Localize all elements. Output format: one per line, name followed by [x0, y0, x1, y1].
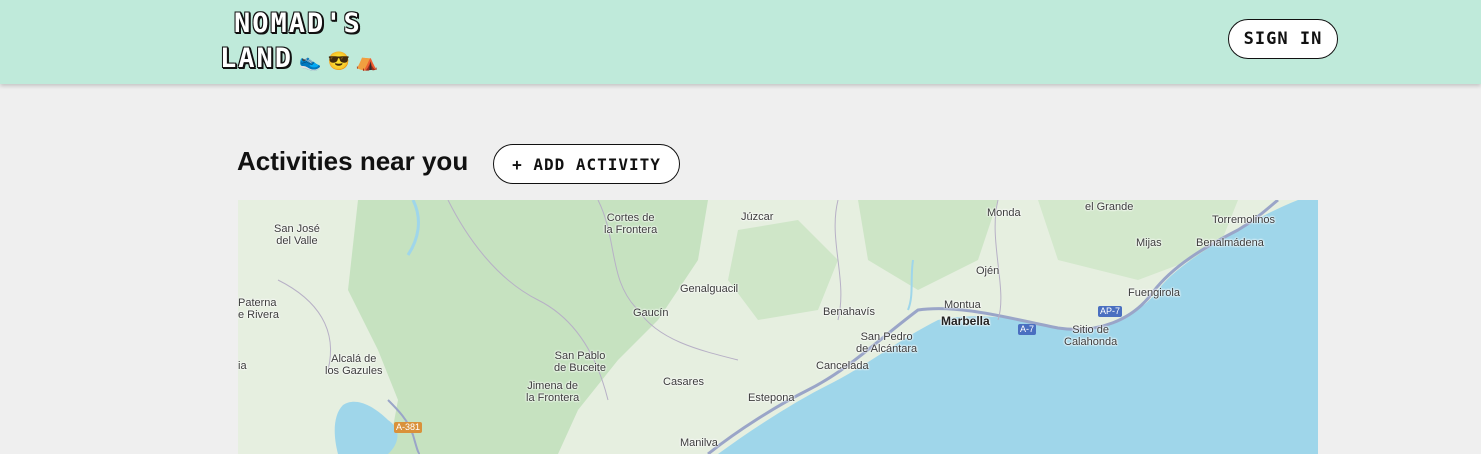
map-label: ia: [238, 360, 247, 372]
map-label: Jimena de la Frontera: [526, 380, 580, 404]
map-label: Júzcar: [741, 211, 774, 223]
map-label: Gaucín: [633, 307, 669, 319]
road-shield-a7: A-7: [1018, 324, 1037, 335]
logo-line-2: LAND 👟😎⛺: [220, 41, 420, 79]
map-label: San José del Valle: [274, 223, 320, 247]
map-label: Montua: [944, 299, 981, 311]
map-label: Ojén: [976, 265, 1000, 277]
sign-in-button[interactable]: SIGN IN: [1228, 19, 1338, 59]
map-label: Cortes de la Frontera: [604, 212, 658, 236]
map-label: Mijas: [1136, 237, 1162, 249]
add-activity-button[interactable]: + ADD ACTIVITY: [493, 144, 680, 184]
map-label: Alcalá de los Gazules: [325, 353, 383, 377]
map-label: Monda: [987, 207, 1021, 219]
map-label: Casares: [663, 376, 704, 388]
logo-line-2-text: LAND: [220, 43, 294, 74]
activity-map[interactable]: San José del Valle Cortes de la Frontera J…: [238, 200, 1318, 454]
map-label: Paterna e Rivera: [238, 297, 279, 321]
map-label: Cancelada: [816, 360, 869, 372]
map-label: Benalmádena: [1196, 237, 1264, 249]
logo-emoji-icons: 👟😎⛺: [299, 51, 385, 72]
map-label-marbella: Marbella: [941, 314, 990, 328]
map-label: Fuengirola: [1128, 287, 1180, 299]
road-shield-a381: A-381: [394, 422, 423, 433]
map-label: Benahavís: [823, 306, 875, 318]
page-title: Activities near you: [237, 146, 469, 176]
map-label: Genalguacil: [680, 283, 739, 295]
map-label: Manilva: [680, 437, 718, 449]
map-label: San Pedro de Alcántara: [856, 331, 918, 355]
map-label: Estepona: [748, 392, 795, 404]
map-label: San Pablo de Buceite: [554, 350, 606, 374]
map-label: Sitio de Calahonda: [1064, 324, 1118, 348]
map-label: el Grande: [1085, 201, 1134, 213]
logo-line-1: NOMAD'S: [234, 8, 362, 39]
map-label: Torremolinos: [1212, 214, 1275, 226]
road-shield-ap7: AP-7: [1098, 306, 1123, 317]
app-header: NOMAD'S LAND 👟😎⛺ SIGN IN: [0, 0, 1481, 84]
logo[interactable]: NOMAD'S LAND 👟😎⛺: [220, 6, 420, 79]
